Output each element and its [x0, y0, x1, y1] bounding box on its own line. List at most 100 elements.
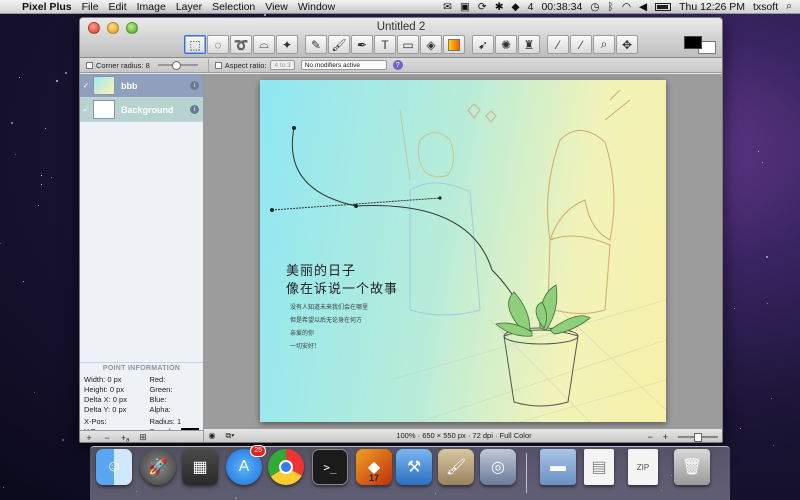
lasso-tool[interactable]: ➰	[230, 35, 252, 54]
pi-value: 1	[176, 417, 182, 426]
time-machine-icon[interactable]: ◷	[590, 1, 599, 13]
artwork-illustration	[270, 89, 666, 422]
menu-image[interactable]: Image	[137, 1, 166, 13]
magic-wand-tool[interactable]: ✦	[276, 35, 298, 54]
polygon-lasso-tool[interactable]: ⌓	[253, 35, 275, 54]
spotlight-icon[interactable]: ⌕	[786, 0, 792, 13]
rect-select-tool[interactable]: ⬚	[184, 35, 206, 54]
layer-visibility-icon[interactable]: ✓	[81, 81, 91, 90]
sublime-icon[interactable]: ◆ 17	[356, 449, 392, 485]
volume-icon[interactable]: ◀	[639, 1, 647, 13]
title-bar: Untitled 2 ⬚ ◌ ➰ ⌓ ✦ ✎ 🖌 ✒ T ▭ ◈ ➹ ✺ ♜ ⁄…	[80, 18, 722, 58]
pen-tool[interactable]: ✒	[351, 35, 373, 54]
xcode-icon[interactable]: ⚒	[396, 449, 432, 485]
app-store-icon[interactable]: A 25	[226, 445, 266, 485]
layer-row-bbb[interactable]: ✓ bbb i	[80, 74, 203, 98]
artwork-title-line1: 美丽的日子	[286, 264, 357, 279]
corner-radius-checkbox[interactable]	[86, 61, 93, 69]
layer-info-icon[interactable]: i	[190, 105, 199, 114]
monitor-icon[interactable]: ▣	[460, 1, 470, 13]
pencil-tool[interactable]: ✎	[305, 35, 327, 54]
timer-readout[interactable]: 00:38:34	[541, 1, 582, 13]
document-status: 100% · 650 × 550 px · 72 dpi · Full Colo…	[396, 431, 532, 440]
retouch-tool[interactable]: ✺	[495, 35, 517, 54]
eyedropper-tool[interactable]: ⁄	[547, 35, 569, 54]
menu-view[interactable]: View	[265, 1, 288, 13]
menu-selection[interactable]: Selection	[212, 1, 255, 13]
menu-file[interactable]: File	[82, 1, 99, 13]
zoom-in-button[interactable]: +	[663, 432, 668, 442]
dropbox-icon[interactable]: ◆	[512, 1, 520, 13]
bluetooth-icon[interactable]: ✱	[495, 1, 504, 13]
status-count[interactable]: 4	[528, 1, 534, 13]
pen-icon: ✒	[356, 37, 368, 52]
documents-stack-icon[interactable]: ▤	[584, 449, 614, 485]
artboard[interactable]: 美丽的日子 像在诉说一个故事 没有人知道未来我们会在哪里 但是希望以后无论身在何…	[260, 80, 666, 422]
paint-bucket-tool[interactable]: ◈	[420, 35, 442, 54]
pixel-plus-icon[interactable]: 🖌	[438, 449, 474, 485]
add-text-layer-button[interactable]: +ₐ	[116, 433, 134, 443]
user-name[interactable]: txsoft	[753, 1, 778, 13]
zoom-tool[interactable]: ⌕	[593, 35, 615, 54]
layer-row-background[interactable]: ✓ Background i	[80, 98, 203, 122]
magnifier-icon: ⌕	[600, 37, 608, 51]
layer-visibility-icon[interactable]: ✓	[81, 105, 91, 114]
dock-separator	[526, 453, 527, 493]
sync-icon[interactable]: ⟳	[478, 1, 487, 13]
eraser-tool[interactable]: ▭	[397, 35, 419, 54]
artwork-small-line: 没有人知道未来我们会在哪里	[290, 304, 369, 311]
modifier-select[interactable]: No modifiers active	[300, 60, 387, 70]
point-information-panel: POINT INFORMATION Width: 0 px Red: Height…	[80, 362, 203, 437]
folder-icon[interactable]: ▬	[540, 449, 576, 485]
bluetooth-status-icon[interactable]: ᛒ	[608, 1, 614, 13]
zip-file-icon[interactable]: ZIP	[628, 449, 658, 485]
aspect-ratio-select[interactable]: 4 to 3	[270, 60, 295, 70]
star	[23, 280, 25, 282]
star	[61, 438, 64, 441]
wifi-icon[interactable]: ◠	[622, 1, 631, 13]
star	[40, 175, 42, 177]
terminal-icon[interactable]: >_	[312, 449, 348, 485]
pan-tool[interactable]: ✥	[616, 35, 638, 54]
clock[interactable]: Thu 12:26 PM	[679, 1, 745, 13]
brush-icon: 🖌	[331, 37, 347, 52]
help-button[interactable]: ?	[392, 60, 403, 70]
zoom-out-button[interactable]: −	[647, 432, 652, 442]
chrome-icon[interactable]	[268, 449, 304, 485]
stamp-icon: ♜	[523, 37, 535, 52]
menu-bar: Pixel Plus File Edit Image Layer Selecti…	[0, 0, 800, 14]
zoom-slider[interactable]	[678, 433, 718, 442]
aspect-ratio-checkbox[interactable]	[214, 61, 222, 69]
pi-label: Radius:	[149, 417, 175, 426]
gradient-tool[interactable]	[443, 35, 465, 54]
add-layer-button[interactable]: +	[80, 433, 98, 443]
layer-info-icon[interactable]: i	[190, 81, 199, 90]
menu-layer[interactable]: Layer	[176, 1, 202, 13]
text-tool[interactable]: T	[374, 35, 396, 54]
foreground-color-swatch[interactable]	[684, 36, 702, 49]
star	[739, 428, 741, 430]
smudge-tool[interactable]: ∕	[570, 35, 592, 54]
artwork-small-line: 亲爱的你	[290, 330, 315, 337]
preview-icon[interactable]: ◎	[480, 449, 516, 485]
stamp-tool[interactable]: ♜	[518, 35, 540, 54]
finder-icon[interactable]: ☺	[96, 449, 132, 485]
pi-label: Alpha:	[149, 405, 171, 414]
brush-tool[interactable]: 🖌	[328, 35, 350, 54]
layer-options-button[interactable]: ⊞	[134, 432, 152, 442]
trash-icon[interactable]: 🗑	[674, 449, 710, 485]
move-tool[interactable]: ➹	[472, 35, 494, 54]
aspect-ratio-label: Aspect ratio:	[224, 60, 267, 70]
mission-control-icon[interactable]: ▦	[182, 449, 218, 485]
canvas-area[interactable]: 美丽的日子 像在诉说一个故事 没有人知道未来我们会在哪里 但是希望以后无论身在何…	[204, 74, 722, 430]
menu-app-name[interactable]: Pixel Plus	[22, 1, 72, 13]
wechat-icon[interactable]: ✉	[443, 1, 452, 13]
battery-icon[interactable]	[655, 2, 672, 11]
star	[34, 392, 36, 394]
menu-edit[interactable]: Edit	[109, 1, 127, 13]
launchpad-icon[interactable]: 🚀	[140, 449, 176, 485]
corner-radius-slider[interactable]	[157, 61, 198, 70]
ellipse-select-tool[interactable]: ◌	[207, 35, 229, 54]
menu-window[interactable]: Window	[298, 1, 335, 13]
delete-layer-button[interactable]: −	[98, 433, 116, 443]
